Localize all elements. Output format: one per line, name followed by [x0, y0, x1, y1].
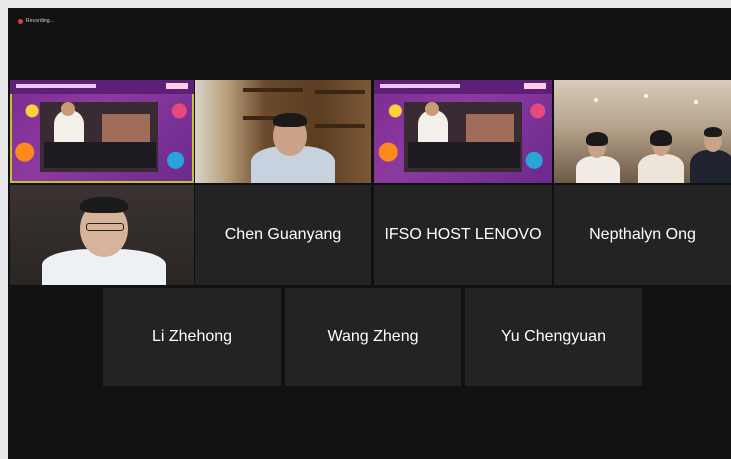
video-tile-presentation-1[interactable]	[10, 80, 194, 183]
participant-tile-chen-guanyang[interactable]: Chen Guanyang	[195, 185, 371, 285]
slide-group-image	[102, 114, 150, 144]
participant-name: IFSO HOST LENOVO	[384, 226, 542, 243]
participant-body-right	[690, 150, 731, 183]
slide-group-image	[466, 114, 514, 144]
glasses-icon	[86, 223, 124, 231]
video-tile-group-of-three[interactable]	[554, 80, 731, 183]
participant-name: Wang Zheng	[327, 328, 419, 345]
participant-name: Li Zhehong	[151, 328, 233, 345]
participant-tile-li-zhehong[interactable]: Li Zhehong	[103, 288, 281, 386]
participant-tile-ifso-host-lenovo[interactable]: IFSO HOST LENOVO	[374, 185, 552, 285]
slide-header	[374, 80, 552, 94]
video-tile-presentation-2[interactable]	[374, 80, 552, 183]
video-tile-man-with-glasses[interactable]	[10, 185, 194, 285]
participant-name: Yu Chengyuan	[501, 328, 606, 345]
meeting-window: Recording... Chen Guanyang IFSO HOST LEN…	[8, 8, 731, 459]
video-tile-man-in-study[interactable]	[195, 80, 371, 183]
participant-name: Chen Guanyang	[224, 226, 342, 243]
recording-indicator: Recording...	[18, 17, 54, 25]
recording-label: Recording...	[26, 18, 55, 24]
participant-name: Nepthalyn Ong	[589, 226, 696, 243]
participant-tile-wang-zheng[interactable]: Wang Zheng	[285, 288, 461, 386]
participant-tile-nepthalyn-ong[interactable]: Nepthalyn Ong	[554, 185, 731, 285]
participant-body-left	[576, 156, 620, 183]
participant-tile-yu-chengyuan[interactable]: Yu Chengyuan	[465, 288, 642, 386]
recording-dot-icon	[18, 18, 23, 24]
slide-header	[10, 80, 194, 94]
participant-body-middle	[638, 154, 684, 183]
